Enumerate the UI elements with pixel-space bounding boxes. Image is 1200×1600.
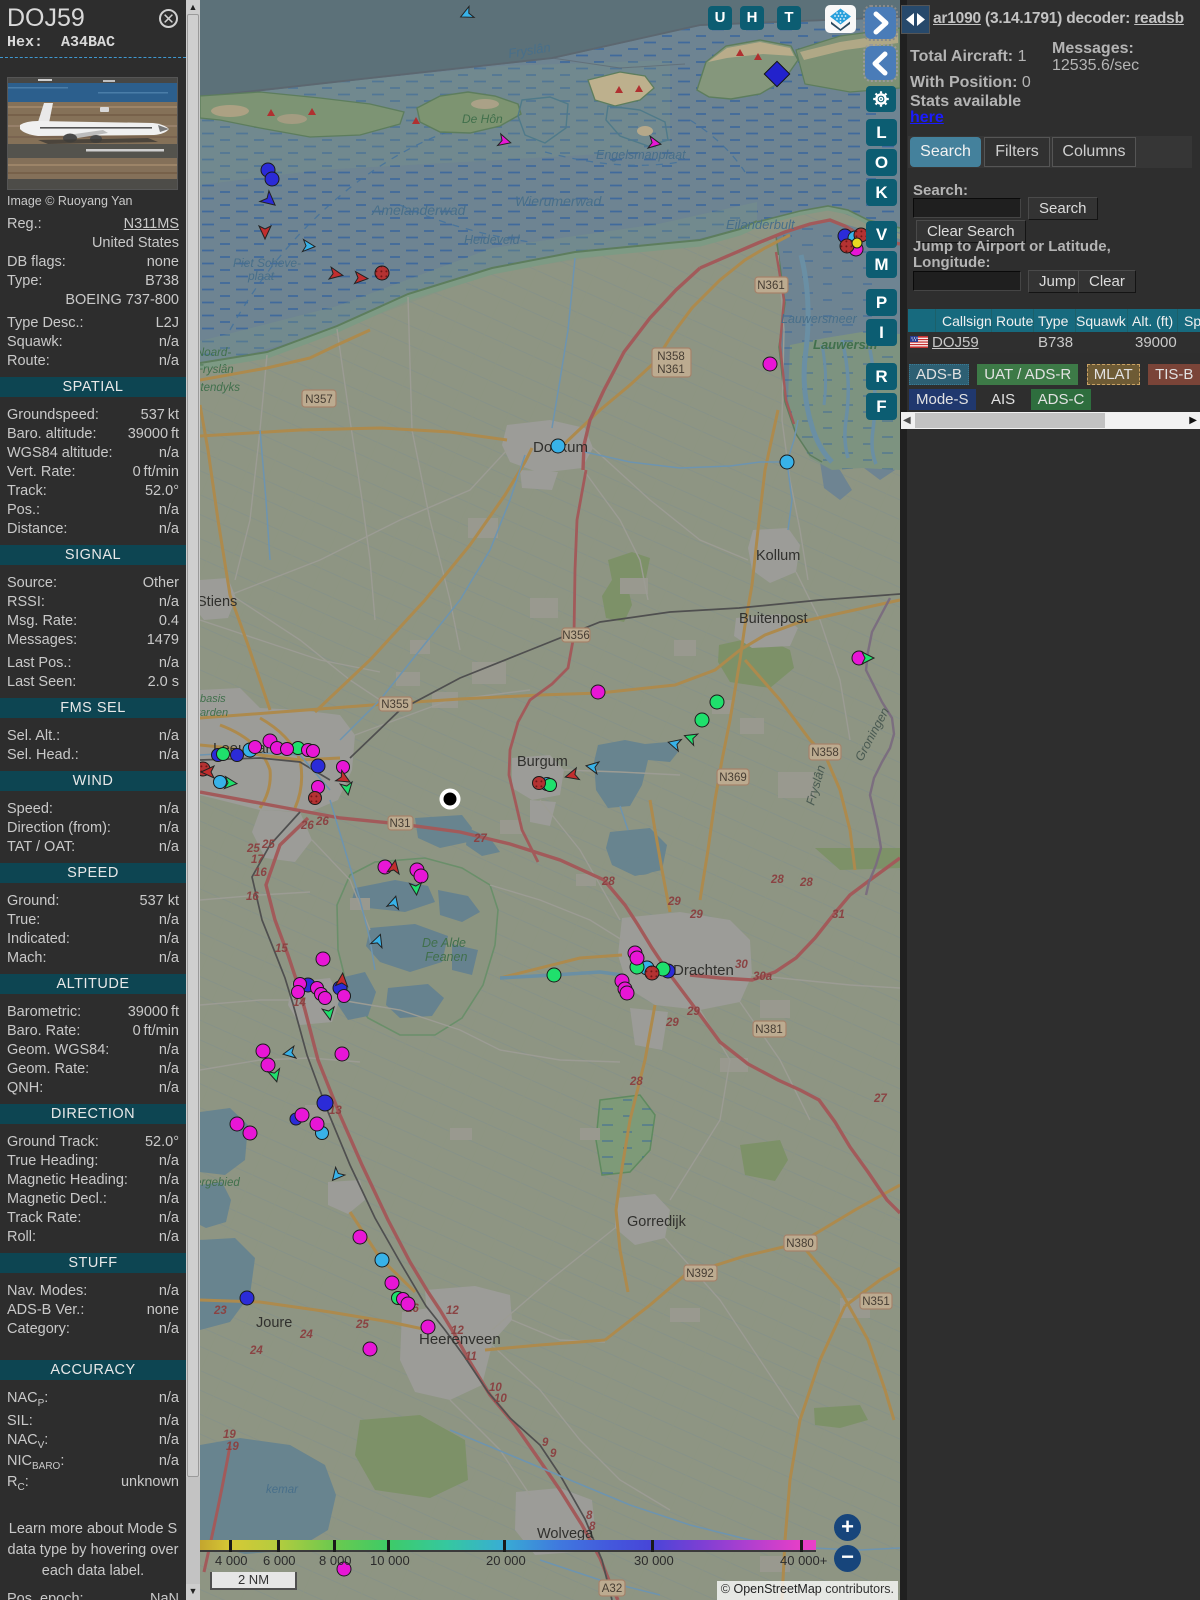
svg-text:Buitenpost: Buitenpost bbox=[739, 611, 808, 627]
svg-text:17: 17 bbox=[251, 854, 264, 866]
svg-text:ûtendyks: ûtendyks bbox=[200, 382, 240, 394]
svg-text:basis: basis bbox=[200, 693, 226, 705]
svg-text:Noard-: Noard- bbox=[200, 347, 231, 359]
svg-text:Lauwersmeer: Lauwersmeer bbox=[781, 312, 858, 326]
svg-text:8: 8 bbox=[589, 1521, 596, 1533]
svg-text:A32: A32 bbox=[602, 1583, 622, 1595]
svg-text:N392: N392 bbox=[686, 1268, 714, 1280]
svg-text:26: 26 bbox=[300, 820, 314, 832]
svg-text:27: 27 bbox=[473, 833, 487, 845]
svg-text:N356: N356 bbox=[562, 630, 590, 642]
svg-text:24: 24 bbox=[299, 1329, 313, 1341]
svg-text:15: 15 bbox=[275, 943, 288, 955]
svg-text:Gorredijk: Gorredijk bbox=[627, 1214, 687, 1230]
svg-text:N361: N361 bbox=[757, 280, 785, 292]
svg-text:De Alde: De Alde bbox=[422, 936, 466, 950]
svg-text:Feanen: Feanen bbox=[425, 950, 467, 964]
svg-text:De Hôn: De Hôn bbox=[462, 112, 503, 126]
svg-text:N358: N358 bbox=[657, 351, 685, 363]
svg-text:28: 28 bbox=[799, 877, 813, 889]
svg-text:N351: N351 bbox=[862, 1296, 890, 1308]
svg-text:9: 9 bbox=[550, 1448, 557, 1460]
svg-text:Fryslân: Fryslân bbox=[200, 364, 234, 376]
svg-text:30a: 30a bbox=[753, 971, 773, 983]
svg-text:plaat: plaat bbox=[247, 269, 275, 283]
svg-text:29: 29 bbox=[665, 1017, 679, 1029]
svg-text:10: 10 bbox=[494, 1393, 507, 1405]
svg-text:16: 16 bbox=[254, 867, 267, 879]
svg-text:19: 19 bbox=[226, 1441, 239, 1453]
svg-text:N355: N355 bbox=[381, 699, 409, 711]
svg-text:Burgum: Burgum bbox=[517, 754, 568, 770]
svg-text:kemar: kemar bbox=[266, 1484, 299, 1496]
svg-text:Wierumerwad: Wierumerwad bbox=[515, 193, 602, 209]
svg-text:N361: N361 bbox=[657, 364, 685, 376]
svg-text:Piet Scheve-: Piet Scheve- bbox=[233, 256, 301, 270]
svg-text:Stiens: Stiens bbox=[200, 594, 237, 610]
svg-text:25: 25 bbox=[261, 839, 275, 851]
svg-text:26: 26 bbox=[315, 816, 329, 828]
svg-text:12: 12 bbox=[451, 1325, 464, 1337]
svg-text:Heideveld: Heideveld bbox=[464, 233, 521, 247]
svg-text:30: 30 bbox=[735, 959, 748, 971]
svg-text:N380: N380 bbox=[786, 1238, 814, 1250]
svg-text:25: 25 bbox=[355, 1319, 369, 1331]
svg-text:N358: N358 bbox=[811, 747, 839, 759]
svg-text:29: 29 bbox=[667, 896, 681, 908]
svg-text:28: 28 bbox=[601, 876, 615, 888]
svg-text:Drachten: Drachten bbox=[673, 962, 734, 979]
svg-text:N381: N381 bbox=[755, 1024, 783, 1036]
svg-text:24: 24 bbox=[249, 1345, 263, 1357]
svg-text:Amelanderwad: Amelanderwad bbox=[371, 202, 467, 218]
svg-text:Joure: Joure bbox=[256, 1315, 292, 1331]
svg-text:warden: warden bbox=[200, 707, 228, 719]
svg-text:27: 27 bbox=[873, 1093, 887, 1105]
svg-text:Engelsmanplaat: Engelsmanplaat bbox=[596, 148, 686, 162]
svg-text:N357: N357 bbox=[305, 394, 333, 406]
svg-text:31: 31 bbox=[832, 909, 845, 921]
svg-text:11: 11 bbox=[465, 1351, 477, 1363]
svg-text:12: 12 bbox=[446, 1305, 459, 1317]
svg-text:N31: N31 bbox=[389, 818, 410, 830]
svg-text:Eilanderbult: Eilanderbult bbox=[726, 217, 796, 232]
svg-text:16: 16 bbox=[246, 891, 259, 903]
svg-text:28: 28 bbox=[629, 1076, 643, 1088]
svg-text:Kollum: Kollum bbox=[756, 548, 800, 564]
svg-text:14: 14 bbox=[293, 997, 306, 1009]
svg-text:29: 29 bbox=[689, 909, 703, 921]
svg-text:9: 9 bbox=[542, 1437, 549, 1449]
svg-text:29: 29 bbox=[686, 1006, 700, 1018]
svg-text:ergebied: ergebied bbox=[200, 1177, 240, 1189]
svg-text:N369: N369 bbox=[719, 772, 747, 784]
svg-text:28: 28 bbox=[770, 874, 784, 886]
svg-text:19: 19 bbox=[223, 1429, 236, 1441]
svg-text:23: 23 bbox=[213, 1305, 227, 1317]
